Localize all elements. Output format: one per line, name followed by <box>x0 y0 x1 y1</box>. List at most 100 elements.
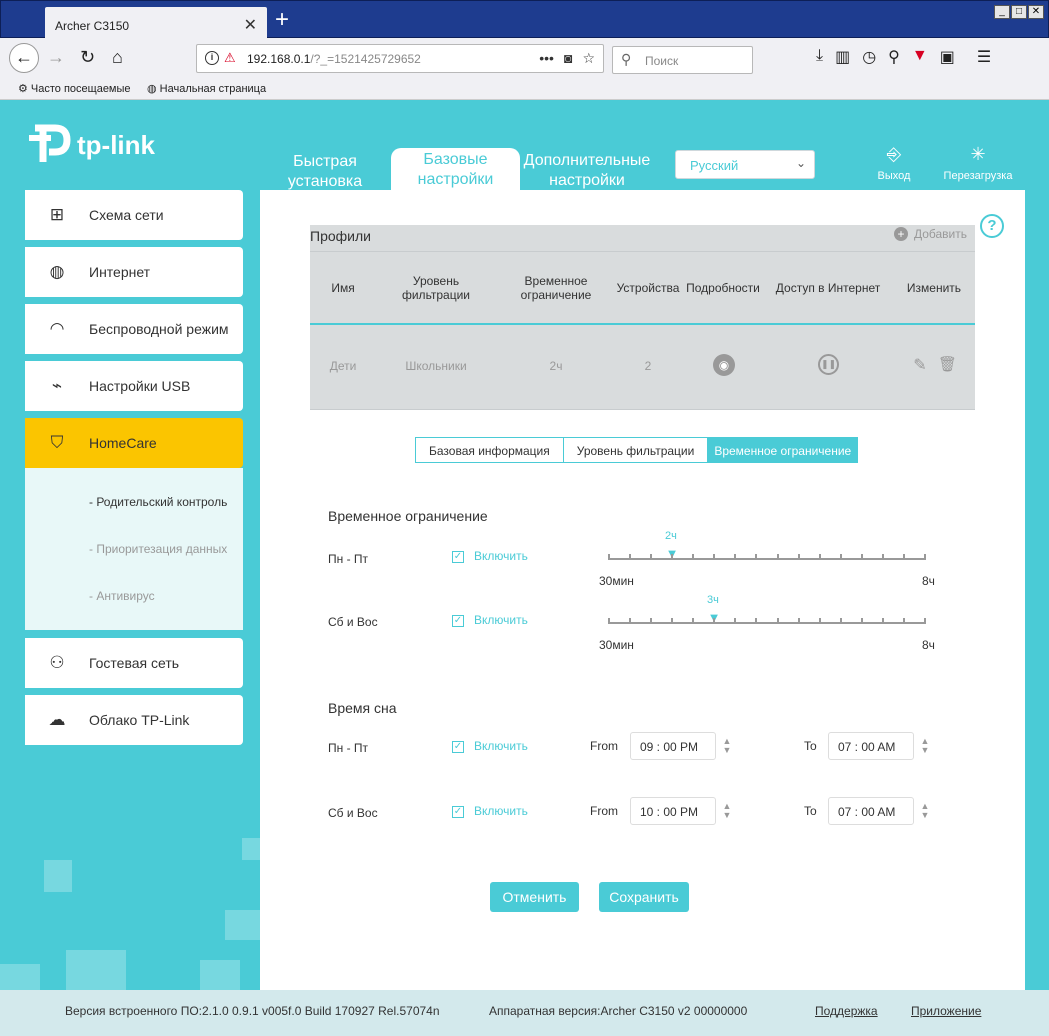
weekend-limit-checkbox[interactable]: ✓ <box>452 615 464 627</box>
slider-tick <box>755 554 757 560</box>
usb-icon: ⌁ <box>51 376 63 395</box>
sidebar-item-wireless[interactable]: ◠ Беспроводной режим <box>25 304 243 354</box>
enable-label: Включить <box>474 613 528 627</box>
menu-icon[interactable]: ☰ <box>977 47 991 67</box>
router-page: tp-link Быстрая установка Базовые настро… <box>0 100 1049 1036</box>
page-actions-icon[interactable]: ••• <box>539 50 554 67</box>
submenu-qos[interactable]: - Приоритезация данных <box>89 542 227 556</box>
time-spinner-icon[interactable]: ▲ ▼ <box>920 737 930 755</box>
browser-tab[interactable]: Archer C3150 ✕ <box>45 7 267 39</box>
subtab-basic-info[interactable]: Базовая информация <box>416 438 564 462</box>
app-link[interactable]: Приложение <box>911 1004 981 1018</box>
time-spinner-icon[interactable]: ▲ ▼ <box>722 802 732 820</box>
plus-icon: + <box>893 227 908 241</box>
slider-tick <box>840 554 842 560</box>
close-tab-icon[interactable]: ✕ <box>244 15 257 35</box>
slider-tick <box>629 618 631 624</box>
download-icon[interactable]: ⤓ <box>816 47 823 67</box>
slider-tick <box>692 554 694 560</box>
zoom-icon[interactable]: ⚲ <box>888 47 900 67</box>
sleep-weekend-label: Сб и Вос <box>328 806 378 820</box>
profiles-table: Профили + Добавить Имя Уровень фильтрации… <box>310 225 975 410</box>
time-spinner-icon[interactable]: ▲ ▼ <box>722 737 732 755</box>
trash-icon[interactable]: 🗑 <box>938 355 957 373</box>
slider-tick <box>819 618 821 624</box>
sleep-weekend-from-input[interactable]: 10 : 00 PM <box>630 797 716 825</box>
enable-label: Включить <box>474 804 528 818</box>
logout-button[interactable]: ⎆ Выход <box>872 142 916 182</box>
tab-basic-settings[interactable]: Базовые настройки <box>391 148 520 190</box>
back-icon[interactable]: ← <box>9 43 39 73</box>
home-icon[interactable]: ⌂ <box>112 46 123 68</box>
url-host: 192.168.0.1 <box>247 52 311 66</box>
weekdays-time-slider[interactable]: 2ч ▼ <box>608 530 926 572</box>
language-select[interactable]: Русский ⌄ <box>675 150 815 179</box>
slider-tick <box>798 618 800 624</box>
slider-max-label: 8ч <box>922 638 935 652</box>
chevron-down-icon: ⌄ <box>795 156 806 170</box>
minimize-icon[interactable]: _ <box>994 5 1010 19</box>
sleep-weekdays-from-input[interactable]: 09 : 00 PM <box>630 732 716 760</box>
pocket-icon[interactable]: ◙ <box>564 50 572 67</box>
bookmark-most-visited[interactable]: ⚙ Часто посещаемые <box>18 82 131 95</box>
url-bar[interactable]: i ⚠ 192.168.0.1/?_=1521425729652 ••• ◙ ☆ <box>196 44 604 73</box>
info-icon[interactable]: i <box>205 51 219 65</box>
edit-icon[interactable]: ✎ <box>911 355 929 375</box>
cancel-button[interactable]: Отменить <box>490 882 579 912</box>
search-input[interactable]: ⚲ Поиск <box>612 46 753 74</box>
library-icon[interactable]: ▥ <box>835 47 850 67</box>
cell-time-limit: 2ч <box>549 359 563 373</box>
weekdays-limit-checkbox[interactable]: ✓ <box>452 551 464 563</box>
help-icon[interactable]: ? <box>980 214 1004 238</box>
reboot-button[interactable]: ✳ Перезагрузка <box>940 142 1016 182</box>
submenu-antivirus[interactable]: - Антивирус <box>89 589 155 603</box>
tab-quick-setup[interactable]: Быстрая установка <box>283 152 367 192</box>
sidebar-item-internet[interactable]: ◍ Интернет <box>25 247 243 297</box>
slider-tick <box>924 618 926 624</box>
logo-text: tp-link <box>77 129 155 160</box>
sleep-weekend-checkbox[interactable]: ✓ <box>452 806 464 818</box>
weekend-time-slider[interactable]: 3ч ▼ <box>608 594 926 636</box>
sidebar-item-network-map[interactable]: ⊞ Схема сети <box>25 190 243 240</box>
cell-name: Дети <box>329 359 357 373</box>
new-tab-icon[interactable]: + <box>275 8 289 32</box>
adblock-shield-icon[interactable]: ▼ <box>912 47 928 67</box>
tp-link-logo-icon <box>25 122 71 168</box>
subtab-filter-level[interactable]: Уровень фильтрации <box>564 438 709 462</box>
tp-link-logo: tp-link <box>25 122 155 168</box>
col-name: Имя <box>331 281 355 295</box>
tab-advanced-settings[interactable]: Дополнительные настройки <box>521 151 653 191</box>
subtab-time-limit[interactable]: Временное ограничение <box>708 438 858 462</box>
time-spinner-icon[interactable]: ▲ ▼ <box>920 802 930 820</box>
bookmark-start-page[interactable]: ◍ Начальная страница <box>147 82 266 95</box>
forward-icon[interactable]: → <box>47 46 65 68</box>
sleep-weekdays-to-input[interactable]: 07 : 00 AM <box>828 732 914 760</box>
slider-value: 2ч <box>665 530 677 542</box>
sidebar-item-guest-network[interactable]: ⚇ Гостевая сеть <box>25 638 243 688</box>
slider-tick <box>861 554 863 560</box>
bookmark-star-icon[interactable]: ☆ <box>582 50 595 67</box>
slider-tick <box>840 618 842 624</box>
to-label: To <box>804 739 817 753</box>
sidebar-item-cloud[interactable]: ☁ Облако TP-Link <box>25 695 243 745</box>
sidebar-item-usb[interactable]: ⌁ Настройки USB <box>25 361 243 411</box>
reload-icon[interactable]: ↻ <box>80 46 95 68</box>
save-button[interactable]: Сохранить <box>599 882 689 912</box>
guests-icon: ⚇ <box>49 653 65 672</box>
history-icon[interactable]: ◷ <box>862 47 876 67</box>
submenu-parental-control[interactable]: - Родительский контроль <box>89 495 227 509</box>
support-link[interactable]: Поддержка <box>815 1004 878 1018</box>
eye-icon[interactable]: ◉ <box>713 354 735 376</box>
pause-icon[interactable]: ❚❚ <box>818 354 839 375</box>
sleep-weekend-to-input[interactable]: 07 : 00 AM <box>828 797 914 825</box>
sleep-weekdays-checkbox[interactable]: ✓ <box>452 741 464 753</box>
from-label: From <box>590 804 618 818</box>
close-window-icon[interactable]: ✕ <box>1028 5 1044 19</box>
sidebar-toggle-icon[interactable]: ▣ <box>940 47 955 67</box>
sidebar-item-label: Облако TP-Link <box>89 712 190 728</box>
sidebar-item-homecare[interactable]: ⛉ HomeCare <box>25 418 243 468</box>
add-profile-button[interactable]: + Добавить <box>893 227 967 241</box>
maximize-icon[interactable]: □ <box>1011 5 1027 19</box>
url-path: /?_=1521425729652 <box>310 52 421 66</box>
slider-tick <box>777 554 779 560</box>
